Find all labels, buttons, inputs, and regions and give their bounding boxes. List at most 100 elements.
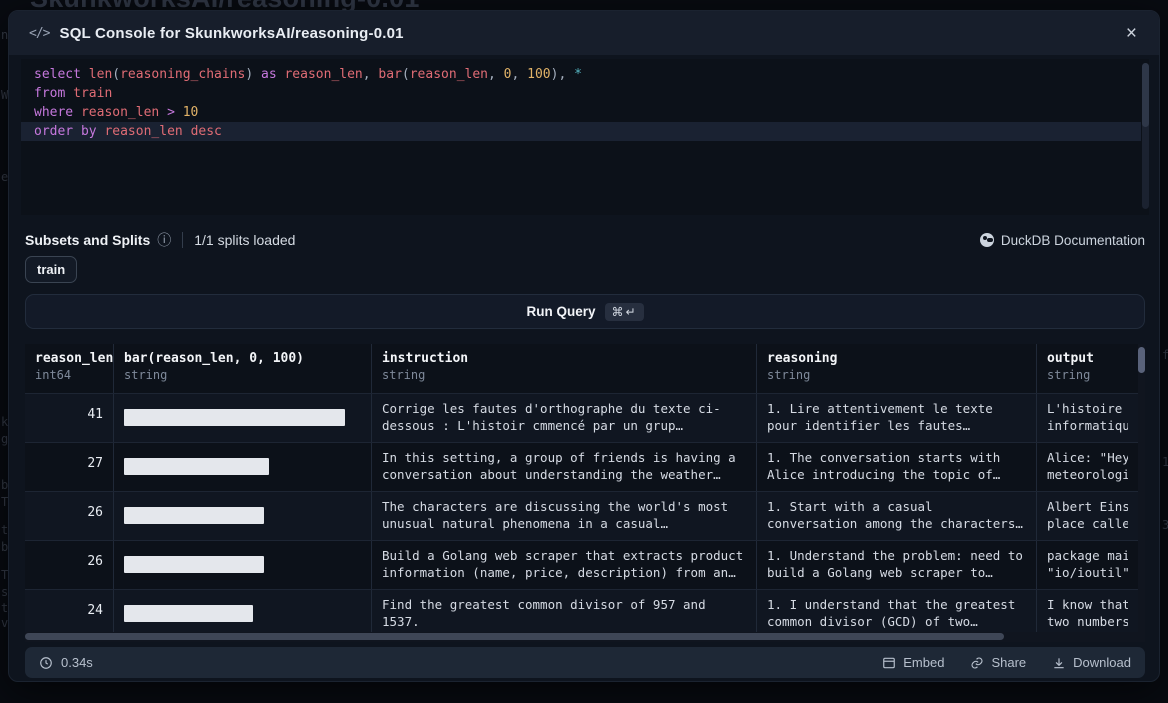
sql-token: where: [34, 105, 73, 120]
keyboard-shortcut-badge: ⌘↵: [605, 303, 643, 321]
bar-visual: [124, 458, 269, 475]
sql-token: desc: [191, 124, 222, 139]
cell-instruction: The characters are discussing the world'…: [372, 492, 757, 540]
cell-instruction: Find the greatest common divisor of 957 …: [372, 590, 757, 638]
instruction-text: Find the greatest common divisor of 957 …: [382, 597, 746, 630]
editor-scrollbar-thumb[interactable]: [1142, 63, 1149, 127]
sql-token: ,: [363, 67, 371, 82]
info-icon[interactable]: ⓘ: [157, 230, 171, 250]
modal-titlebar: </> SQL Console for SkunkworksAI/reasoni…: [9, 11, 1159, 55]
reasoning-text: 1. Lire attentivement le texte pour iden…: [767, 401, 1026, 434]
clock-icon: [39, 656, 53, 670]
sql-token: ): [245, 67, 253, 82]
share-icon: [970, 656, 984, 670]
bar-visual: [124, 605, 253, 622]
instruction-text: Build a Golang web scraper that extracts…: [382, 548, 746, 581]
output-text-line: Alice: "Hey g: [1047, 450, 1128, 467]
download-button[interactable]: Download: [1052, 655, 1131, 670]
sql-token: [253, 67, 261, 82]
instruction-text: The characters are discussing the world'…: [382, 499, 746, 532]
sql-token: >: [167, 105, 175, 120]
table-vertical-scrollbar[interactable]: [1138, 344, 1145, 642]
sql-token: [175, 105, 183, 120]
sql-token: reasoning_chains: [120, 67, 245, 82]
column-type: string: [767, 368, 1026, 382]
sql-token: [73, 105, 81, 120]
sql-token: by: [81, 124, 97, 139]
column-header-output: outputstring: [1037, 344, 1138, 393]
action-label: Download: [1073, 655, 1131, 670]
sql-token: 10: [183, 105, 199, 120]
results-table-grid: reason_lenint64bar(reason_len, 0, 100)st…: [25, 344, 1138, 639]
output-text-line: package main: [1047, 548, 1128, 565]
background-text-fragment: f: [1162, 348, 1168, 362]
table-row: 27In this setting, a group of friends is…: [25, 443, 1138, 492]
table-horizontal-scrollbar-thumb[interactable]: [25, 633, 1004, 640]
column-name: bar(reason_len, 0, 100): [124, 351, 361, 366]
column-type: string: [124, 368, 361, 382]
sql-token: from: [34, 86, 65, 101]
cell-bar: [114, 541, 372, 589]
reasoning-text: 1. The conversation starts with Alice in…: [767, 450, 1026, 483]
sql-token: reason_len: [284, 67, 362, 82]
sql-token: [519, 67, 527, 82]
sql-token: train: [73, 86, 112, 101]
table-header-row: reason_lenint64bar(reason_len, 0, 100)st…: [25, 344, 1138, 394]
cell-reason-len: 24: [25, 590, 114, 638]
cell-bar: [114, 590, 372, 638]
cell-instruction: In this setting, a group of friends is h…: [372, 443, 757, 491]
output-text-line: place called: [1047, 516, 1128, 533]
column-type: string: [382, 368, 746, 382]
action-label: Embed: [903, 655, 944, 670]
run-query-button[interactable]: Run Query ⌘↵: [25, 294, 1145, 329]
sql-token: [73, 124, 81, 139]
sql-token: [159, 105, 167, 120]
editor-scrollbar[interactable]: [1142, 63, 1149, 209]
cell-reasoning: 1. Lire attentivement le texte pour iden…: [757, 394, 1037, 442]
subsets-title: Subsets and Splits: [25, 232, 150, 248]
table-horizontal-scrollbar[interactable]: [25, 632, 1138, 642]
share-button[interactable]: Share: [970, 655, 1026, 670]
sql-token: order: [34, 124, 73, 139]
sql-editor[interactable]: select len(reasoning_chains) as reason_l…: [21, 59, 1149, 215]
output-text-line: informatique: [1047, 418, 1128, 435]
cell-output: Albert Einsteplace called: [1037, 492, 1138, 540]
subsets-and-splits-bar: Subsets and Splits ⓘ 1/1 splits loaded D…: [25, 227, 1145, 253]
reasoning-text: 1. Start with a casual conversation amon…: [767, 499, 1026, 532]
footer-actions: Embed Share Download: [882, 655, 1131, 670]
sql-token: len: [89, 67, 112, 82]
cell-reasoning: 1. Start with a casual conversation amon…: [757, 492, 1037, 540]
bar-visual: [124, 507, 264, 524]
cell-instruction: Build a Golang web scraper that extracts…: [372, 541, 757, 589]
sql-token: 100: [527, 67, 550, 82]
sql-console-modal: </> SQL Console for SkunkworksAI/reasoni…: [8, 10, 1160, 682]
action-label: Share: [991, 655, 1026, 670]
table-vertical-scrollbar-thumb[interactable]: [1138, 347, 1145, 373]
duckdb-documentation-label: DuckDB Documentation: [1001, 233, 1145, 248]
cell-bar: [114, 492, 372, 540]
close-icon[interactable]: ×: [1120, 20, 1143, 47]
cell-output: I know that ttwo numbers i: [1037, 590, 1138, 638]
cell-reason-len: 26: [25, 541, 114, 589]
output-text-line: L'histoire co: [1047, 401, 1128, 418]
cell-reasoning: 1. I understand that the greatest common…: [757, 590, 1037, 638]
sql-token: (: [112, 67, 120, 82]
sql-token: [65, 86, 73, 101]
output-text-line: two numbers i: [1047, 614, 1128, 631]
cell-reasoning: 1. The conversation starts with Alice in…: [757, 443, 1037, 491]
sql-token: bar: [378, 67, 401, 82]
cell-reason-len: 26: [25, 492, 114, 540]
sql-token: reason_len: [410, 67, 488, 82]
results-footer: 0.34s EmbedShareDownload: [25, 647, 1145, 678]
sql-token: as: [261, 67, 277, 82]
duckdb-documentation-link[interactable]: DuckDB Documentation: [980, 233, 1145, 248]
divider: [182, 232, 183, 248]
split-chip-train[interactable]: train: [25, 256, 77, 283]
sql-token: select: [34, 67, 81, 82]
output-text-line: I know that t: [1047, 597, 1128, 614]
embed-icon: [882, 656, 896, 670]
table-row: 26 The characters are discussing the worl…: [25, 492, 1138, 541]
splits-loaded-status: 1/1 splits loaded: [194, 232, 295, 248]
bar-visual: [124, 556, 264, 573]
embed-button[interactable]: Embed: [882, 655, 944, 670]
